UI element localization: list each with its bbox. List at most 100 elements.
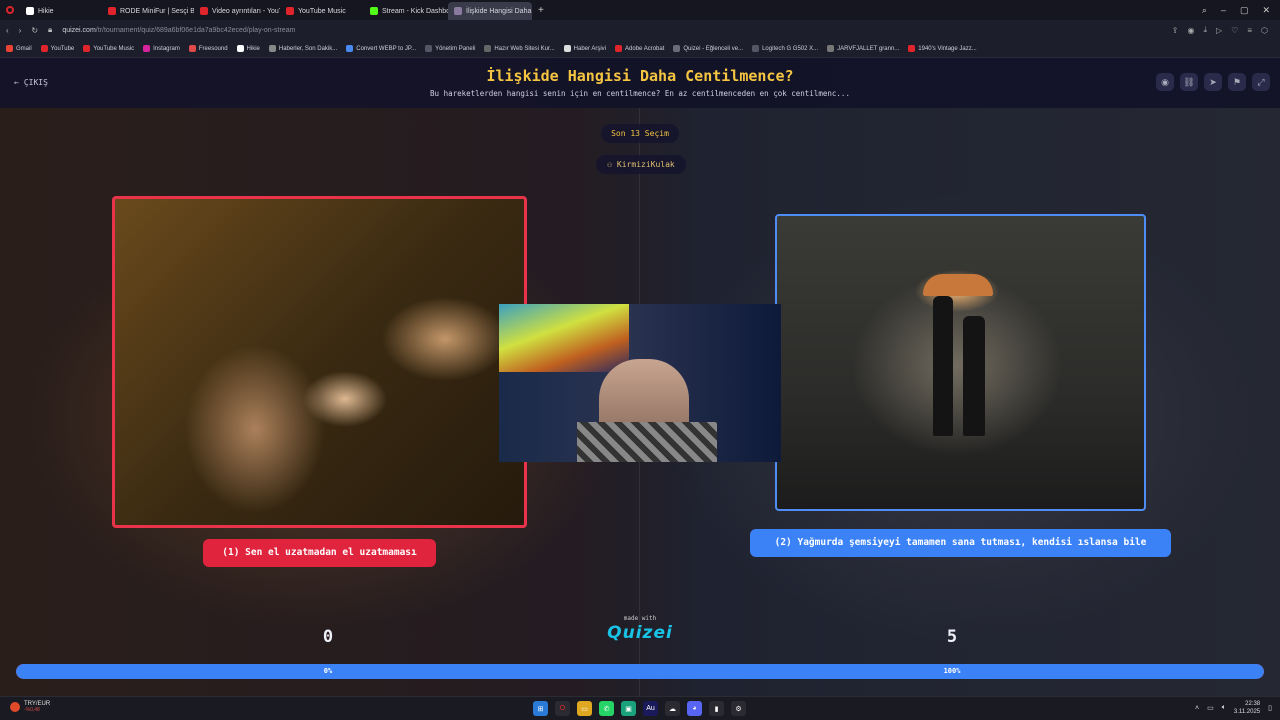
- browser-tab[interactable]: RODE MiniFur | Sesçi Baba: [102, 2, 194, 20]
- quizei-logo[interactable]: Quizei: [600, 623, 680, 643]
- fullscreen-icon[interactable]: ⤢: [1252, 73, 1270, 91]
- browser-chrome: Hikie RODE MiniFur | Sesçi Baba Video ayrı…: [0, 0, 1280, 58]
- bookmark-favicon-icon: [346, 45, 354, 52]
- bookmark-item[interactable]: Freesound: [188, 45, 228, 52]
- site-info-icon[interactable]: 🔒︎: [48, 25, 52, 35]
- browser-tab[interactable]: Stream - Kick Dashboard: [364, 2, 448, 20]
- bookmark-item[interactable]: YouTube Music: [83, 45, 134, 52]
- tab-label: İlişkide Hangisi Daha Cen: [466, 7, 532, 15]
- tab-favicon-icon: [200, 7, 208, 15]
- bookmarks-bar: Gmail YouTube YouTube Music Instagram Freeso…: [0, 40, 1280, 58]
- audio-meter-icon[interactable]: ▮: [709, 701, 724, 716]
- reload-icon[interactable]: ↻: [31, 26, 38, 35]
- bookmark-item[interactable]: YouTube: [40, 45, 74, 52]
- address-bar: ‹ › ↻ 🔒︎ quizei.com/tr/tournament/quiz/6…: [0, 20, 1280, 40]
- tab-label: Hikie: [38, 7, 54, 15]
- opera-gx-icon[interactable]: O: [555, 701, 570, 716]
- choice-image-left[interactable]: [112, 196, 527, 528]
- browser-tab[interactable]: İlişkide Hangisi Daha Cen: [448, 2, 532, 20]
- bookmark-item[interactable]: JARVFJALLET grann...: [827, 45, 899, 52]
- windows-start-icon[interactable]: ⊞: [533, 701, 548, 716]
- new-tab-button[interactable]: +: [532, 5, 550, 16]
- whatsapp-icon[interactable]: ✆: [599, 701, 614, 716]
- search-tabs-icon[interactable]: ⌕: [1202, 5, 1207, 16]
- choice-button-right[interactable]: (2) Yağmurda şemsiyeyi tamamen sana tutm…: [750, 529, 1171, 557]
- bookmark-label: Quizei - Eğlenceli ve...: [683, 45, 744, 52]
- back-icon[interactable]: ‹: [6, 26, 9, 35]
- bookmark-label: Instagram: [153, 45, 180, 52]
- volume-icon[interactable]: 🔈︎: [1222, 704, 1226, 712]
- clock[interactable]: 22:38 3.11.2025: [1234, 700, 1260, 716]
- flag-icon[interactable]: ⚑: [1228, 73, 1246, 91]
- bookmark-item[interactable]: 1940's Vintage Jazz...: [908, 45, 977, 52]
- bookmark-item[interactable]: Yönetim Paneli: [425, 45, 475, 52]
- extensions-icon[interactable]: ⬡: [1261, 26, 1268, 35]
- browser-tab[interactable]: Video ayrıntıları - YouTube: [194, 2, 280, 20]
- eye-icon[interactable]: ◉: [1156, 73, 1174, 91]
- user-icon: ⚇: [607, 160, 617, 169]
- tab-favicon-icon: [26, 7, 34, 15]
- bookmark-item[interactable]: Haber Arşivi: [563, 45, 606, 52]
- bookmark-item[interactable]: Gmail: [6, 45, 32, 52]
- discord-icon[interactable]: ◕: [687, 701, 702, 716]
- browser-tab[interactable]: Hikie: [20, 2, 102, 20]
- ticker-widget[interactable]: TRY/EUR -%0,48: [10, 701, 50, 713]
- choice-button-left[interactable]: (1) Sen el uzatmadan el uzatmaması: [203, 539, 436, 567]
- bookmark-item[interactable]: Logitech G G502 X...: [752, 45, 818, 52]
- bookmark-favicon-icon: [908, 45, 916, 52]
- webcam-overlay: [499, 304, 781, 462]
- choice-image-right[interactable]: [775, 214, 1146, 511]
- bookmark-label: Haberler, Son Dakik...: [278, 45, 338, 52]
- bookmark-favicon-icon: [563, 45, 571, 52]
- forward-icon[interactable]: ›: [19, 26, 22, 35]
- tray-chevron-icon[interactable]: ˄: [1195, 705, 1199, 712]
- bookmark-item[interactable]: Hazır Web Sitesi Kur...: [484, 45, 555, 52]
- webcam-background-painting: [499, 304, 629, 372]
- share-icon[interactable]: ⇪: [1172, 26, 1179, 35]
- play-icon[interactable]: ▷: [1216, 26, 1222, 35]
- tab-bar: Hikie RODE MiniFur | Sesçi Baba Video ayrı…: [0, 0, 1280, 20]
- app-green-icon[interactable]: ▣: [621, 701, 636, 716]
- bookmark-item[interactable]: Quizei - Eğlenceli ve...: [673, 45, 743, 52]
- close-window-button[interactable]: ✕: [1262, 5, 1270, 16]
- clock-time: 22:38: [1245, 701, 1261, 707]
- camera-icon[interactable]: ◉: [1187, 26, 1194, 35]
- app-cloud-icon[interactable]: ☁: [665, 701, 680, 716]
- menu-icon[interactable]: ≡: [1247, 26, 1252, 35]
- url-path: /tr/tournament/quiz/689a6bf06e1da7a9bc42…: [95, 26, 296, 34]
- send-icon[interactable]: ➤: [1204, 73, 1222, 91]
- figure-woman: [963, 316, 985, 436]
- settings-app-icon[interactable]: ⚙: [731, 701, 746, 716]
- opera-logo-icon[interactable]: [6, 6, 14, 14]
- bookmark-favicon-icon: [752, 45, 760, 52]
- bookmark-label: Yönetim Paneli: [435, 45, 476, 52]
- network-icon[interactable]: ▭: [1207, 704, 1214, 712]
- bookmark-item[interactable]: Adobe Acrobat: [615, 45, 664, 52]
- tab-label: Video ayrıntıları - YouTube: [212, 7, 280, 15]
- file-explorer-icon[interactable]: ▭: [577, 701, 592, 716]
- bookmark-favicon-icon: [673, 45, 681, 52]
- bookmark-item[interactable]: Hikie: [236, 45, 260, 52]
- maximize-button[interactable]: ▢: [1240, 5, 1249, 16]
- url-field[interactable]: quizei.com/tr/tournament/quiz/689a6bf06e…: [62, 27, 295, 34]
- audition-icon[interactable]: Au: [643, 701, 658, 716]
- quiz-title: İlişkide Hangisi Daha Centilmence?: [486, 67, 794, 85]
- vote-progress-fill: [16, 664, 1264, 679]
- heart-icon[interactable]: ♡: [1231, 26, 1238, 35]
- browser-tab[interactable]: YouTube Music: [280, 2, 364, 20]
- bookmark-item[interactable]: Haberler, Son Dakik...: [268, 45, 338, 52]
- bookmark-label: Convert WEBP to JP...: [356, 45, 417, 52]
- bookmark-label: Hazır Web Sitesi Kur...: [494, 45, 555, 52]
- bookmark-item[interactable]: Instagram: [143, 45, 180, 52]
- clock-date: 3.11.2025: [1233, 709, 1261, 715]
- percent-left: 0%: [323, 667, 333, 675]
- vote-count-right: 5: [946, 627, 958, 647]
- download-icon[interactable]: ⤓: [1203, 25, 1207, 35]
- notifications-icon[interactable]: ▯: [1268, 704, 1272, 712]
- minimize-button[interactable]: –: [1221, 5, 1226, 15]
- bookmark-favicon-icon: [143, 45, 151, 52]
- streamer-badge: ⚇ KirmiziKulak: [596, 155, 686, 174]
- bookmark-label: 1940's Vintage Jazz...: [918, 45, 977, 52]
- link-icon[interactable]: ⛓: [1180, 73, 1198, 91]
- bookmark-item[interactable]: Convert WEBP to JP...: [346, 45, 416, 52]
